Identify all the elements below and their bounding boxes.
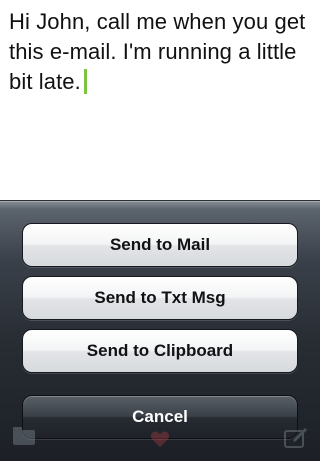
send-to-mail-label: Send to Mail <box>109 235 211 254</box>
cancel-label: Cancel <box>132 407 188 426</box>
text-cursor <box>83 69 87 94</box>
action-sheet: Send to Mail Send to Txt Msg Send to Cli… <box>0 200 320 461</box>
send-to-txt-msg-button[interactable]: Send to Txt Msg <box>22 276 298 320</box>
note-text-area[interactable]: Hi John, call me when you get this e-mai… <box>0 0 320 200</box>
cancel-button[interactable]: Cancel <box>22 395 298 439</box>
send-to-clipboard-button[interactable]: Send to Clipboard <box>22 329 298 373</box>
send-to-clipboard-label: Send to Clipboard <box>86 341 234 360</box>
note-text-content: Hi John, call me when you get this e-mai… <box>9 9 306 94</box>
note-text[interactable]: Hi John, call me when you get this e-mai… <box>9 7 314 97</box>
send-to-txt-msg-label: Send to Txt Msg <box>94 288 226 307</box>
send-to-mail-button[interactable]: Send to Mail <box>22 223 298 267</box>
